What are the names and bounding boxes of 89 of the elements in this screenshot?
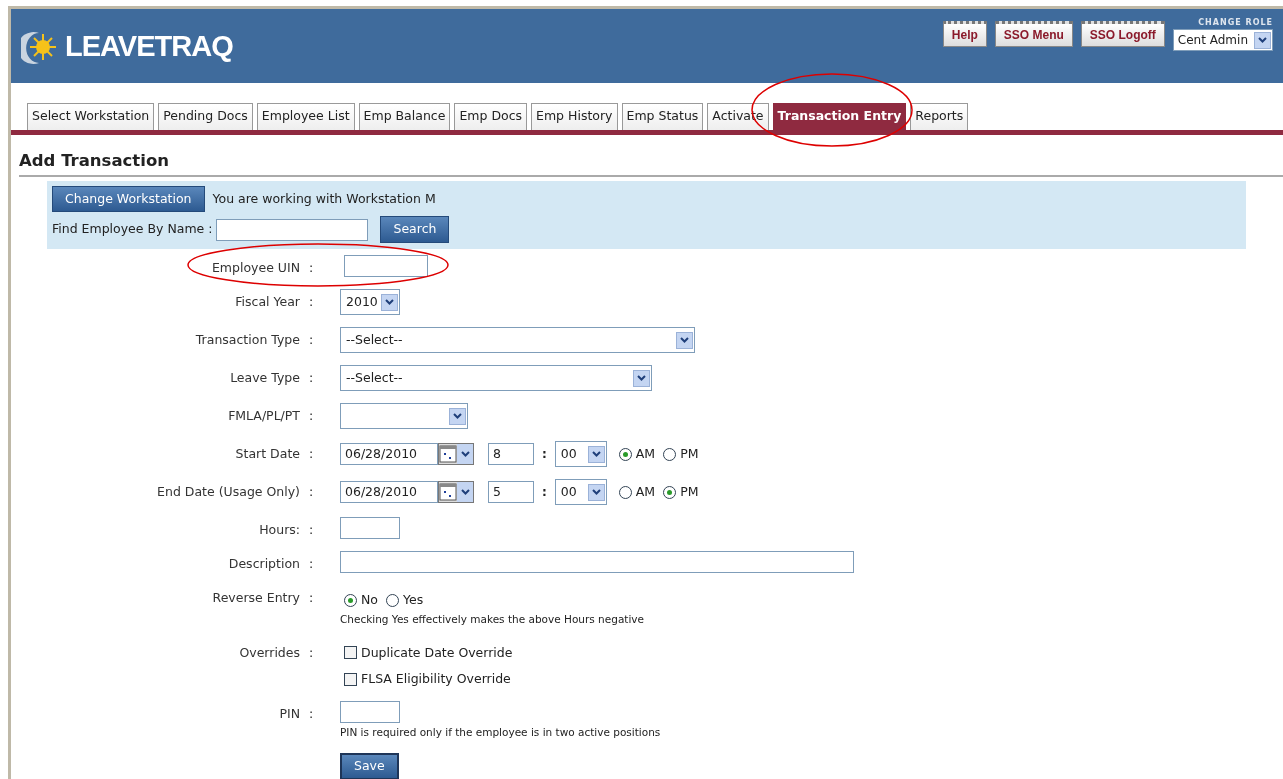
input-field[interactable] <box>340 517 400 539</box>
colon-text: : <box>308 705 315 723</box>
chevron-icon <box>680 337 689 343</box>
chevron-icon <box>637 375 646 381</box>
option-label: AM <box>635 482 656 501</box>
field-label: Reverse Entry <box>211 589 300 607</box>
save-button[interactable]: Save <box>340 752 399 779</box>
option-label: PM <box>680 482 699 501</box>
radio-button[interactable] <box>618 485 632 499</box>
input-field[interactable] <box>340 551 854 573</box>
checkbox[interactable] <box>344 646 357 660</box>
minute-dropdown[interactable]: 00 <box>554 479 607 505</box>
colon-text: : <box>308 407 315 425</box>
option-label: PM <box>680 444 699 463</box>
calendar-picker-icon[interactable] <box>438 443 474 465</box>
app-logo: LEAVETRAQ <box>65 29 233 64</box>
role-select[interactable]: Cent Admin <box>1172 29 1273 51</box>
field-label: Description <box>227 555 300 573</box>
option-label: FLSA Eligibility Override <box>361 670 511 689</box>
input-field[interactable] <box>340 701 400 723</box>
field-label: PIN <box>278 705 300 723</box>
colon-text: : <box>542 446 547 463</box>
field-label: Employee UIN <box>210 259 300 277</box>
colon-text: : <box>308 259 315 277</box>
dropdown[interactable] <box>340 403 468 429</box>
tab[interactable]: Pending Docs <box>158 103 253 130</box>
tab[interactable]: Emp Status <box>621 103 704 130</box>
minute-dropdown[interactable]: 00 <box>554 441 607 467</box>
hour-field[interactable]: 8 <box>488 443 534 465</box>
page-title: Add Transaction <box>19 148 1283 177</box>
option-label: No <box>361 591 378 609</box>
field-label: Hours: <box>258 521 300 539</box>
radio-button[interactable] <box>344 593 357 607</box>
input-field[interactable] <box>344 255 428 277</box>
header-button[interactable]: SSO Logoff <box>1080 21 1165 47</box>
hint-text: Checking Yes effectively makes the above Hours negative <box>340 611 646 627</box>
tab[interactable]: Transaction Entry <box>772 103 907 130</box>
colon-text: : <box>308 555 315 573</box>
tab[interactable]: Emp Balance <box>358 103 451 130</box>
field-label: Transaction Type <box>194 331 300 349</box>
dropdown[interactable]: --Select-- <box>340 327 695 353</box>
workstation-message: You are working with Workstation M <box>212 189 436 208</box>
option-label: Duplicate Date Override <box>361 643 513 662</box>
chevron-icon <box>453 413 462 419</box>
field-label: Start Date <box>234 445 300 463</box>
colon-text: : <box>308 643 315 662</box>
header-button[interactable]: SSO Menu <box>994 21 1073 47</box>
field-label: End Date (Usage Only) <box>156 483 300 501</box>
chevron-icon <box>591 489 601 495</box>
radio-button[interactable] <box>663 447 677 461</box>
radio-button[interactable] <box>618 447 632 461</box>
colon-text: : <box>308 331 315 349</box>
chevron-icon <box>385 299 394 305</box>
colon-text: : <box>308 445 315 463</box>
chevron-icon <box>1258 37 1267 43</box>
colon-text: : <box>308 521 315 539</box>
option-label: AM <box>635 444 656 463</box>
date-field[interactable]: 06/28/2010 <box>340 481 438 503</box>
field-label: Overrides <box>238 643 300 662</box>
colon-text: : <box>308 293 315 311</box>
radio-button[interactable] <box>663 485 677 499</box>
hour-field[interactable]: 5 <box>488 481 534 503</box>
field-label: Leave Type <box>229 369 300 387</box>
find-employee-label: Find Employee By Name : <box>52 220 213 239</box>
tab[interactable]: Emp History <box>531 103 618 130</box>
hint-text: PIN is required only if the employee is in two active positions <box>340 725 662 740</box>
option-label: Yes <box>403 591 424 609</box>
colon-text: : <box>308 369 315 387</box>
field-label: FMLA/PL/PT <box>227 407 300 425</box>
colon-text: : <box>308 589 315 607</box>
dropdown[interactable]: 2010 <box>340 289 400 315</box>
role-label: CHANGE ROLE <box>1198 17 1273 29</box>
search-button[interactable]: Search <box>380 216 450 243</box>
change-workstation-button[interactable]: Change Workstation <box>52 185 205 213</box>
chevron-icon <box>591 451 601 457</box>
date-field[interactable]: 06/28/2010 <box>340 443 438 465</box>
header-button[interactable]: Help <box>942 21 987 47</box>
tab[interactable]: Select Workstation <box>27 103 155 130</box>
calendar-picker-icon[interactable] <box>438 481 474 503</box>
tab[interactable]: Reports <box>910 103 969 130</box>
checkbox[interactable] <box>344 673 357 687</box>
colon-text: : <box>308 483 315 501</box>
field-label: Fiscal Year <box>234 293 300 311</box>
dropdown[interactable]: --Select-- <box>340 365 652 391</box>
tab[interactable]: Emp Docs <box>454 103 528 130</box>
employee-name-field[interactable] <box>216 218 369 241</box>
radio-button[interactable] <box>386 593 399 607</box>
tab[interactable]: Employee List <box>256 103 355 130</box>
colon-text: : <box>542 484 547 501</box>
